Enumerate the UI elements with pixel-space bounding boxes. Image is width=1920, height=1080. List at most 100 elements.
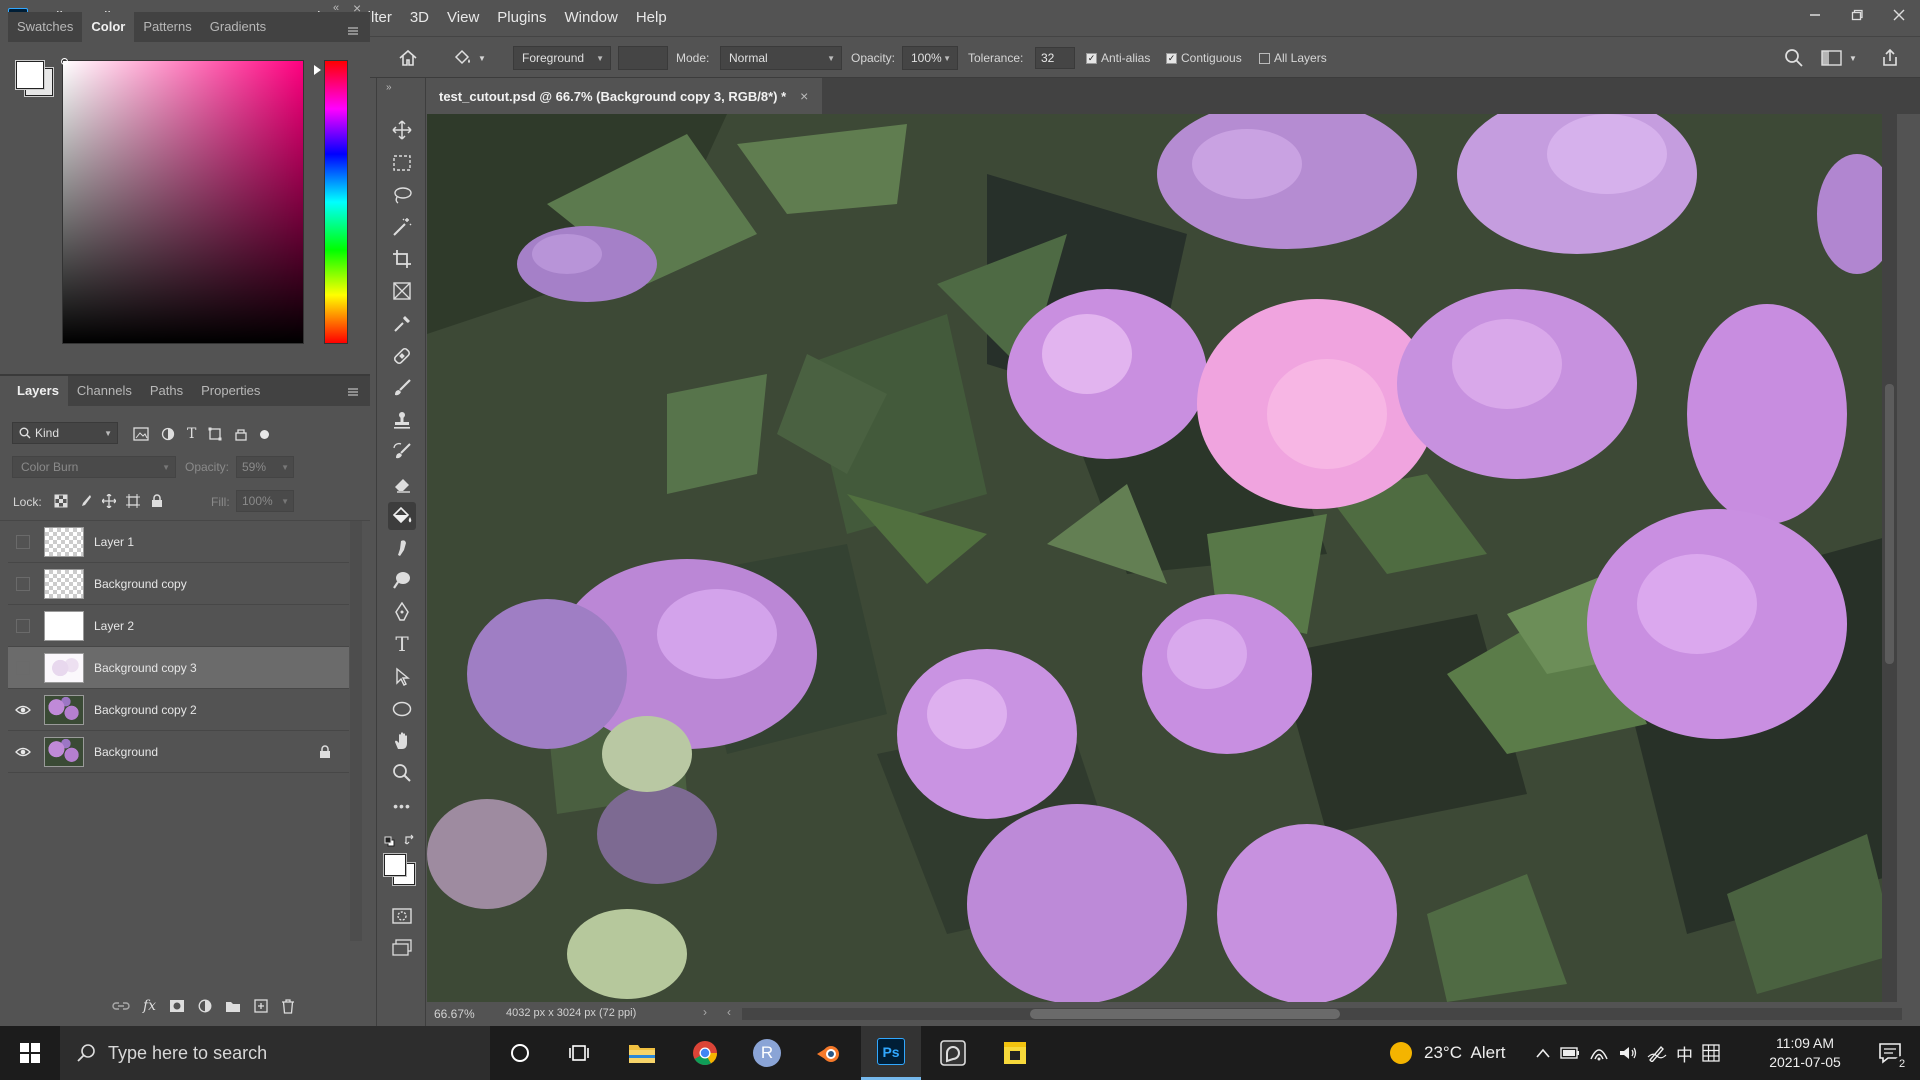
volume-icon[interactable] [1618, 1045, 1638, 1061]
start-button[interactable] [0, 1026, 60, 1080]
all-layers-checkbox[interactable]: All Layers [1259, 37, 1327, 79]
eraser-tool[interactable] [388, 470, 416, 498]
chrome-button[interactable] [675, 1026, 735, 1080]
battery-icon[interactable] [1560, 1046, 1580, 1060]
zoom-tool[interactable] [388, 759, 416, 787]
vertical-scroll-thumb[interactable] [1885, 384, 1894, 664]
menu-3d[interactable]: 3D [401, 0, 438, 36]
type-tool[interactable]: T [388, 630, 416, 658]
cortana-button[interactable] [490, 1026, 550, 1080]
brush-tool[interactable] [388, 374, 416, 402]
fill-input[interactable]: 100% ▼ [236, 490, 294, 512]
trash-icon[interactable] [281, 998, 295, 1014]
folder-icon[interactable] [225, 999, 241, 1013]
lock-all-icon[interactable] [150, 494, 164, 508]
lock-image-pixels-icon[interactable] [78, 494, 92, 508]
menu-view[interactable]: View [438, 0, 488, 36]
healing-brush-tool[interactable] [388, 342, 416, 370]
adjustment-layer-filter-icon[interactable] [161, 427, 175, 441]
pixel-layer-filter-icon[interactable] [133, 427, 149, 441]
path-selection-tool[interactable] [388, 663, 416, 691]
saturation-value-field[interactable] [62, 60, 304, 344]
adjustment-layer-icon[interactable] [198, 999, 212, 1013]
panel-menu-icon[interactable] [347, 387, 359, 397]
share-button[interactable] [1880, 37, 1900, 79]
blend-mode-dropdown[interactable]: Color Burn ▼ [12, 456, 176, 478]
tab-gradients[interactable]: Gradients [201, 12, 275, 42]
smudge-tool[interactable] [388, 534, 416, 562]
horizontal-scroll-thumb[interactable] [1030, 1009, 1340, 1019]
tool-preset-picker[interactable]: ▼ [452, 37, 486, 79]
fill-source-dropdown[interactable]: Foreground ▼ [513, 46, 611, 70]
eyedropper-tool[interactable] [388, 310, 416, 338]
lock-transparent-pixels-icon[interactable] [54, 494, 68, 508]
opacity-input[interactable]: 100% ▼ [902, 46, 958, 70]
color-picker-cursor[interactable] [61, 58, 68, 65]
hue-slider[interactable] [324, 60, 348, 344]
lock-position-icon[interactable] [102, 494, 116, 508]
document-tab[interactable]: test_cutout.psd @ 66.7% (Background copy… [427, 78, 823, 114]
visibility-toggle[interactable] [8, 605, 38, 647]
mode-dropdown[interactable]: Normal ▼ [720, 46, 842, 70]
file-explorer-button[interactable] [612, 1026, 672, 1080]
default-colors-button[interactable] [384, 836, 395, 847]
shape-layer-filter-icon[interactable] [208, 427, 222, 441]
new-layer-icon[interactable] [254, 999, 268, 1013]
sticky-notes-button[interactable] [985, 1026, 1045, 1080]
paint-bucket-tool[interactable] [388, 502, 416, 530]
chevron-up-icon[interactable] [1535, 1047, 1551, 1059]
close-panel-icon[interactable]: × [353, 0, 361, 16]
lock-artboard-icon[interactable] [126, 494, 140, 508]
filter-toggle-icon[interactable] [260, 429, 270, 439]
tab-properties[interactable]: Properties [192, 376, 269, 406]
foreground-color-swatch[interactable] [15, 60, 45, 90]
notification-center-button[interactable]: 2 [1865, 1026, 1915, 1080]
hue-slider-handle[interactable] [314, 65, 321, 75]
expand-toolbar-icon[interactable]: » [386, 82, 392, 93]
tab-color[interactable]: Color [82, 12, 135, 42]
blender-button[interactable] [799, 1026, 859, 1080]
canvas-vertical-scrollbar[interactable] [1882, 114, 1897, 1002]
frame-tool[interactable] [388, 277, 416, 305]
visibility-toggle[interactable] [8, 731, 38, 773]
contiguous-checkbox[interactable]: ✓ Contiguous [1166, 37, 1242, 79]
taskbar-search-box[interactable]: Type here to search [60, 1026, 490, 1080]
marquee-tool[interactable] [388, 149, 416, 177]
menu-help[interactable]: Help [627, 0, 676, 36]
layer-filter-dropdown[interactable]: Kind ▼ [12, 422, 118, 444]
tab-channels[interactable]: Channels [68, 376, 141, 406]
app-button[interactable] [923, 1026, 983, 1080]
add-mask-icon[interactable] [169, 999, 185, 1013]
layer-row-layer-1[interactable]: Layer 1 [8, 521, 349, 563]
tab-patterns[interactable]: Patterns [134, 12, 200, 42]
type-layer-filter-icon[interactable]: T [187, 426, 196, 442]
magic-wand-tool[interactable] [388, 213, 416, 241]
quick-mask-button[interactable] [388, 902, 416, 930]
hand-tool[interactable] [388, 727, 416, 755]
close-tab-icon[interactable]: × [800, 88, 808, 104]
move-tool[interactable] [388, 116, 416, 144]
menu-plugins[interactable]: Plugins [488, 0, 555, 36]
maximize-button[interactable] [1836, 0, 1878, 30]
tab-paths[interactable]: Paths [141, 376, 192, 406]
ellipse-tool[interactable] [388, 695, 416, 723]
edit-toolbar-button[interactable]: ••• [388, 792, 416, 820]
layer-opacity-input[interactable]: 59% ▼ [236, 456, 294, 478]
photoshop-button[interactable]: Ps [861, 1026, 921, 1080]
clone-stamp-tool[interactable] [388, 406, 416, 434]
zoom-level[interactable]: 66.67% [434, 1007, 475, 1021]
layer-row-background-copy-3[interactable]: Background copy 3 [8, 647, 349, 689]
smart-object-filter-icon[interactable] [234, 427, 248, 441]
anti-alias-checkbox[interactable]: ✓ Anti-alias [1086, 37, 1150, 79]
visibility-toggle[interactable] [8, 689, 38, 731]
wifi-icon[interactable] [1589, 1045, 1609, 1061]
tab-layers[interactable]: Layers [8, 376, 68, 406]
pattern-picker[interactable] [618, 46, 668, 70]
task-view-button[interactable] [550, 1026, 610, 1080]
visibility-toggle[interactable] [8, 563, 38, 605]
swap-colors-button[interactable] [404, 834, 416, 846]
dodge-tool[interactable] [388, 566, 416, 594]
workspace-button[interactable]: ▼ [1821, 37, 1857, 79]
r-app-button[interactable]: R [737, 1026, 797, 1080]
panel-menu-icon[interactable] [347, 26, 359, 36]
